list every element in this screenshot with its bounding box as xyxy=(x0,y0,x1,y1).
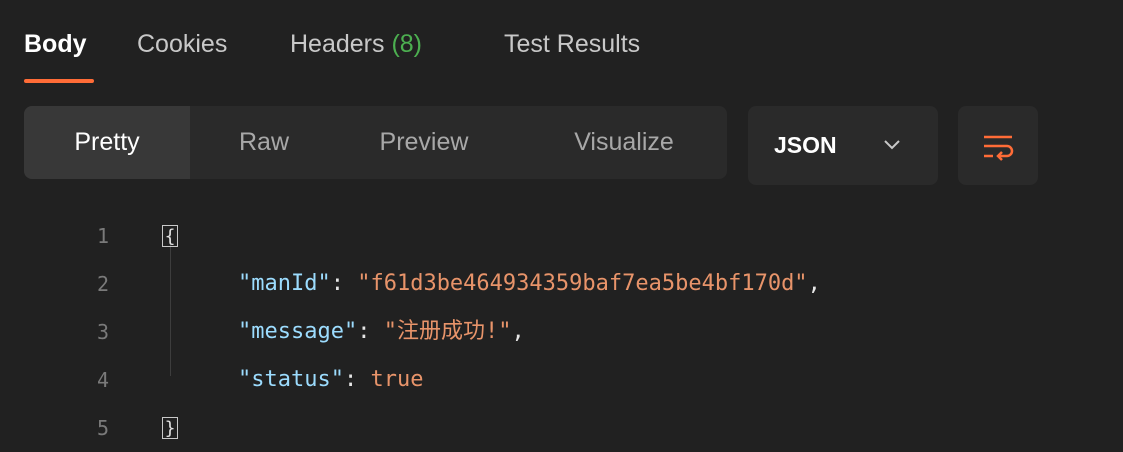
wrap-lines-button[interactable] xyxy=(958,106,1038,185)
tab-pretty[interactable]: Pretty xyxy=(24,106,190,179)
response-body-editor[interactable]: 1 { 2 "manId": "f61d3be464934359baf7ea5b… xyxy=(0,200,1123,443)
code-line: 4 "status": true xyxy=(0,356,1123,404)
language-select-value: JSON xyxy=(774,132,837,158)
json-key: "manId" xyxy=(238,271,331,296)
format-toolbar: Pretty Raw Preview Visualize xyxy=(24,106,727,179)
json-separator: : xyxy=(357,319,384,344)
line-number: 3 xyxy=(96,320,110,344)
tab-visualize[interactable]: Visualize xyxy=(544,106,704,179)
json-key: "message" xyxy=(238,319,358,344)
json-value: "注册成功!" xyxy=(383,319,512,344)
line-number: 2 xyxy=(96,272,110,296)
json-key: "status" xyxy=(238,367,344,392)
chevron-down-icon xyxy=(884,140,900,150)
code-line: 1 { xyxy=(0,212,1123,260)
code-line: 5 } xyxy=(0,404,1123,452)
json-value: true xyxy=(370,367,424,392)
line-number: 5 xyxy=(96,416,110,440)
tab-test-results[interactable]: Test Results xyxy=(504,30,640,59)
code-line: 3 "message": "注册成功!", xyxy=(0,308,1123,356)
close-brace: } xyxy=(162,417,178,439)
json-comma: , xyxy=(807,271,821,296)
line-number: 1 xyxy=(96,224,110,248)
json-separator: : xyxy=(330,271,358,296)
active-tab-indicator xyxy=(24,79,94,83)
open-brace: { xyxy=(162,225,178,247)
code-content: "message": "注册成功!", xyxy=(238,308,525,356)
wrap-lines-icon xyxy=(984,135,1014,161)
code-line: 2 "manId": "f61d3be464934359baf7ea5be4bf… xyxy=(0,260,1123,308)
headers-count-badge: (8) xyxy=(391,30,423,58)
code-content: "manId": "f61d3be464934359baf7ea5be4bf17… xyxy=(238,260,821,308)
response-tabs: Body Cookies Headers (8) Test Results xyxy=(0,0,1123,90)
line-number: 4 xyxy=(96,368,110,392)
tab-headers[interactable]: Headers (8) xyxy=(290,30,422,59)
tab-raw[interactable]: Raw xyxy=(214,106,314,179)
tab-headers-label: Headers xyxy=(290,30,385,58)
json-comma: , xyxy=(511,319,525,344)
tab-body[interactable]: Body xyxy=(24,30,87,59)
tab-preview[interactable]: Preview xyxy=(354,106,494,179)
code-content: "status": true xyxy=(238,356,423,404)
tab-cookies[interactable]: Cookies xyxy=(137,30,227,59)
json-separator: : xyxy=(343,367,371,392)
json-value: "f61d3be464934359baf7ea5be4bf170d" xyxy=(357,271,808,296)
language-select[interactable]: JSON xyxy=(748,106,938,185)
